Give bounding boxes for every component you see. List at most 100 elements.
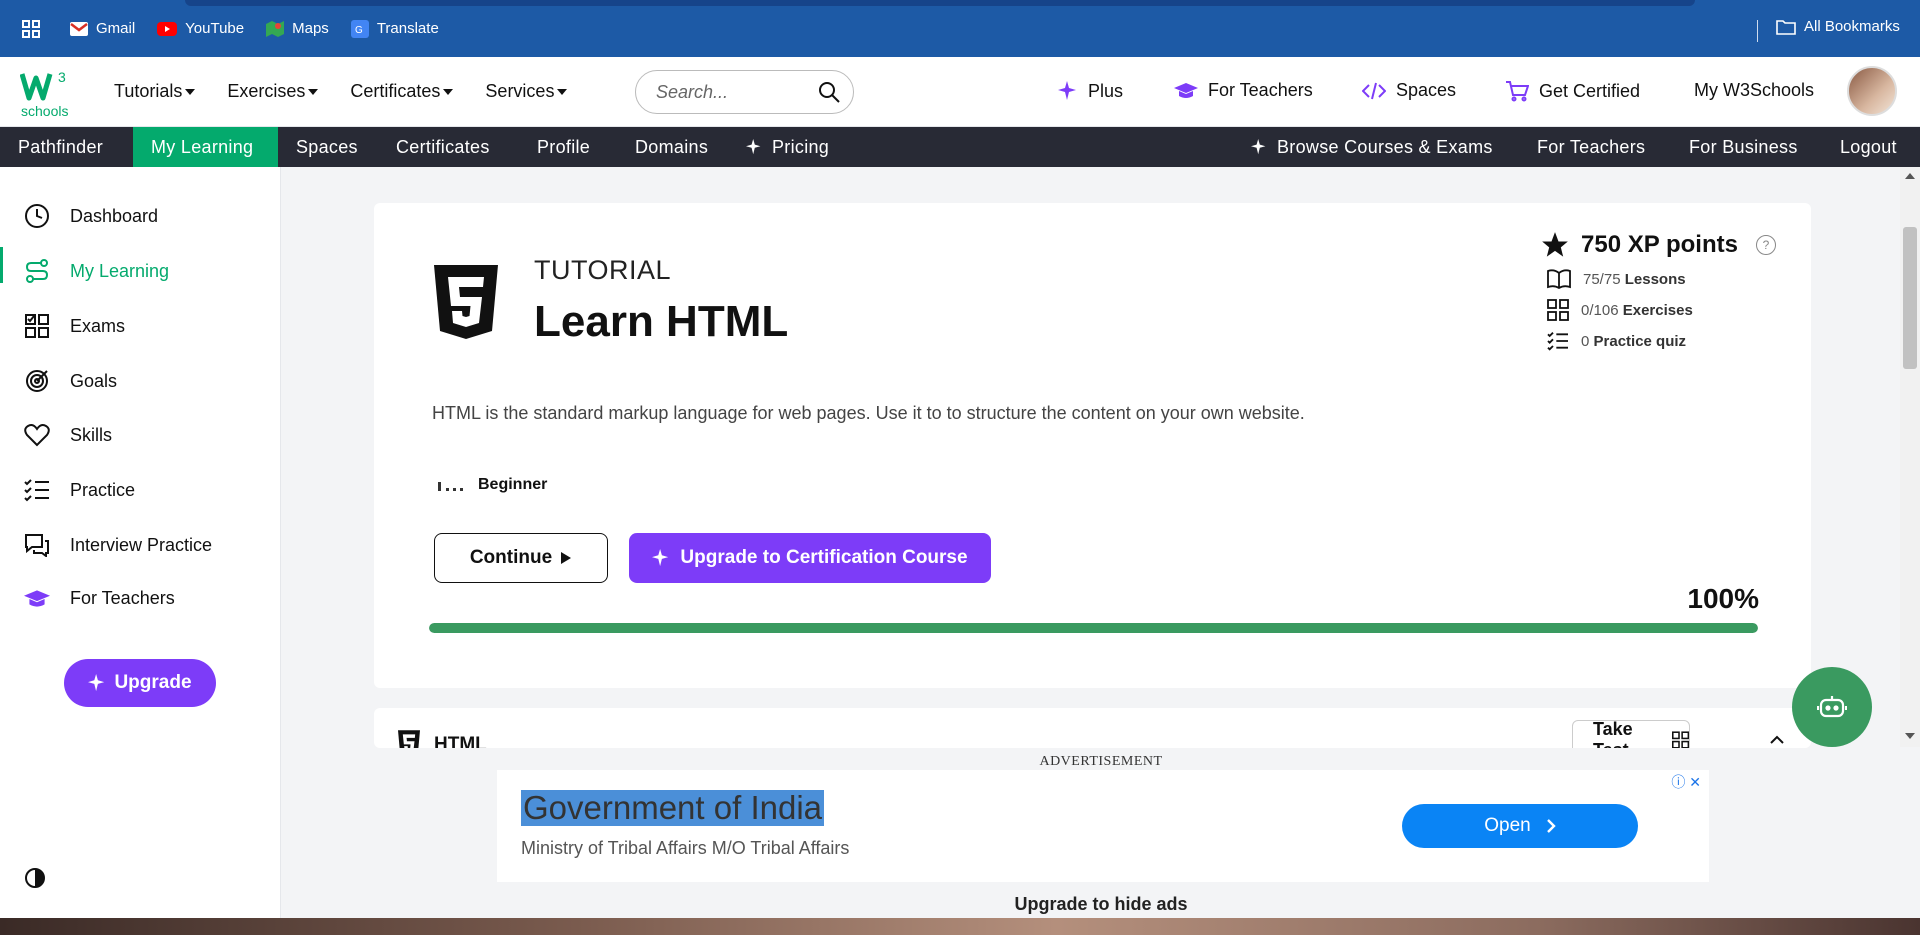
svg-text:schools: schools xyxy=(21,103,68,119)
subnav-my-learning[interactable]: My Learning xyxy=(133,127,278,167)
robot-icon xyxy=(1817,696,1847,718)
subnav-spaces[interactable]: Spaces xyxy=(296,127,358,167)
bookmark-maps[interactable]: Maps xyxy=(266,20,329,38)
sidebar-item-goals[interactable]: Goals xyxy=(24,368,117,394)
sidebar-item-for-teachers[interactable]: For Teachers xyxy=(24,588,175,609)
subnav-logout[interactable]: Logout xyxy=(1840,127,1897,167)
subnav-profile[interactable]: Profile xyxy=(537,127,590,167)
play-icon xyxy=(561,552,572,564)
subnav-pricing[interactable]: Pricing xyxy=(746,127,829,167)
sidebar-item-skills[interactable]: Skills xyxy=(24,423,112,447)
xp-points: 750 XP points ? xyxy=(1541,231,1776,259)
nav-my-w3schools[interactable]: My W3Schools xyxy=(1694,80,1814,101)
bookmark-youtube[interactable]: YouTube xyxy=(157,20,244,37)
ad-open-button[interactable]: Open xyxy=(1402,804,1638,848)
exercises-grid-icon xyxy=(1547,299,1569,321)
bookmark-gmail[interactable]: Gmail xyxy=(70,20,135,37)
main-navbar: 3 schools Tutorials Exercises Certificat… xyxy=(0,57,1920,127)
section-title: HTML xyxy=(434,734,487,748)
course-card: TUTORIAL Learn HTML HTML is the standard… xyxy=(374,203,1811,688)
heart-icon xyxy=(24,424,50,447)
subnav-for-teachers[interactable]: For Teachers xyxy=(1537,127,1645,167)
translate-icon: G xyxy=(350,19,369,38)
w3schools-logo[interactable]: 3 schools xyxy=(19,66,76,120)
nav-get-certified[interactable]: Get Certified xyxy=(1505,80,1640,102)
nav-for-teachers[interactable]: For Teachers xyxy=(1174,80,1313,101)
search-icon[interactable] xyxy=(817,80,841,104)
html5-icon xyxy=(398,730,420,748)
chatbot-button[interactable] xyxy=(1792,667,1872,747)
clock-icon xyxy=(25,204,49,228)
tab-strip-edge xyxy=(185,0,1695,6)
exams-grid-icon xyxy=(1671,731,1689,748)
menu-exercises[interactable]: Exercises xyxy=(227,81,319,102)
menu-services[interactable]: Services xyxy=(485,81,568,102)
youtube-icon xyxy=(157,21,178,36)
subnav-pathfinder[interactable]: Pathfinder xyxy=(18,127,103,167)
ad-headline: Government of India xyxy=(521,789,824,826)
svg-text:G: G xyxy=(355,25,363,36)
take-test-button[interactable]: Take Test xyxy=(1572,719,1690,748)
section-card: HTML Take Test xyxy=(374,708,1811,748)
continue-button[interactable]: Continue xyxy=(434,533,608,583)
graduation-cap-icon xyxy=(24,589,50,607)
ad-banner[interactable]: Government of India Ministry of Tribal A… xyxy=(497,770,1709,882)
all-bookmarks[interactable]: All Bookmarks xyxy=(1776,18,1900,35)
sub-navbar: Pathfinder My Learning Spaces Certificat… xyxy=(0,127,1920,167)
sidebar-item-practice[interactable]: Practice xyxy=(24,478,135,502)
exams-grid-icon xyxy=(25,314,49,338)
folder-icon xyxy=(1776,19,1796,35)
ad-close-icon[interactable]: ⓘ ✕ xyxy=(1671,772,1701,792)
avatar[interactable] xyxy=(1847,66,1897,116)
course-title: Learn HTML xyxy=(534,297,789,346)
help-icon[interactable]: ? xyxy=(1755,235,1776,255)
level-bars-icon xyxy=(438,482,463,491)
html5-icon xyxy=(434,265,498,344)
code-icon xyxy=(1362,82,1386,99)
chat-icon xyxy=(25,534,49,557)
progress-fill xyxy=(429,623,1758,633)
chevron-up-icon[interactable] xyxy=(1770,735,1784,745)
subnav-for-business[interactable]: For Business xyxy=(1689,127,1798,167)
course-description: HTML is the standard markup language for… xyxy=(432,403,1305,423)
target-icon xyxy=(26,370,48,392)
chevron-right-icon xyxy=(1546,819,1556,833)
exercises-stat: 0/106 Exercises xyxy=(1547,299,1776,321)
book-icon xyxy=(1547,269,1571,289)
graduation-cap-icon xyxy=(1174,82,1198,98)
page-scrollbar[interactable] xyxy=(1900,167,1920,747)
nav-spaces[interactable]: Spaces xyxy=(1362,80,1456,101)
sidebar-item-my-learning[interactable]: My Learning xyxy=(24,258,169,284)
cart-icon xyxy=(1506,81,1529,102)
subnav-browse-courses[interactable]: Browse Courses & Exams xyxy=(1251,127,1493,167)
scroll-down-arrow-icon xyxy=(1905,733,1915,739)
scroll-up-arrow-icon xyxy=(1905,173,1915,179)
scrollbar-thumb[interactable] xyxy=(1903,227,1917,369)
sidebar-item-exams[interactable]: Exams xyxy=(24,313,125,339)
bookmark-translate[interactable]: G Translate xyxy=(350,19,439,38)
nav-plus[interactable]: Plus xyxy=(1058,80,1123,102)
upgrade-to-hide-ads-link[interactable]: Upgrade to hide ads xyxy=(282,894,1920,915)
bookmark-separator xyxy=(1757,20,1758,42)
svg-text:3: 3 xyxy=(58,69,66,85)
lessons-stat: 75/75 Lessons xyxy=(1547,269,1776,289)
sidebar-item-dashboard[interactable]: Dashboard xyxy=(24,203,158,229)
upgrade-certification-button[interactable]: Upgrade to Certification Course xyxy=(629,533,991,583)
course-type-label: TUTORIAL xyxy=(534,255,672,285)
background-image-strip xyxy=(0,918,1920,935)
sparkle-icon xyxy=(746,139,761,155)
subnav-domains[interactable]: Domains xyxy=(635,127,708,167)
contrast-toggle-icon[interactable] xyxy=(24,867,46,894)
sparkle-icon xyxy=(88,674,105,692)
upgrade-button[interactable]: Upgrade xyxy=(64,659,216,707)
caret-down-icon xyxy=(308,88,319,95)
sparkle-icon xyxy=(1251,139,1266,155)
course-level: Beginner xyxy=(438,476,547,494)
sidebar-item-interview-practice[interactable]: Interview Practice xyxy=(24,533,212,557)
search-input[interactable]: Search... xyxy=(635,70,854,114)
menu-certificates[interactable]: Certificates xyxy=(350,81,454,102)
bookmarks-bar: Gmail YouTube Maps G Translate All Bookm… xyxy=(0,0,1920,57)
menu-tutorials[interactable]: Tutorials xyxy=(114,81,196,102)
subnav-certificates[interactable]: Certificates xyxy=(396,127,490,167)
apps-grid-icon[interactable] xyxy=(22,19,40,38)
